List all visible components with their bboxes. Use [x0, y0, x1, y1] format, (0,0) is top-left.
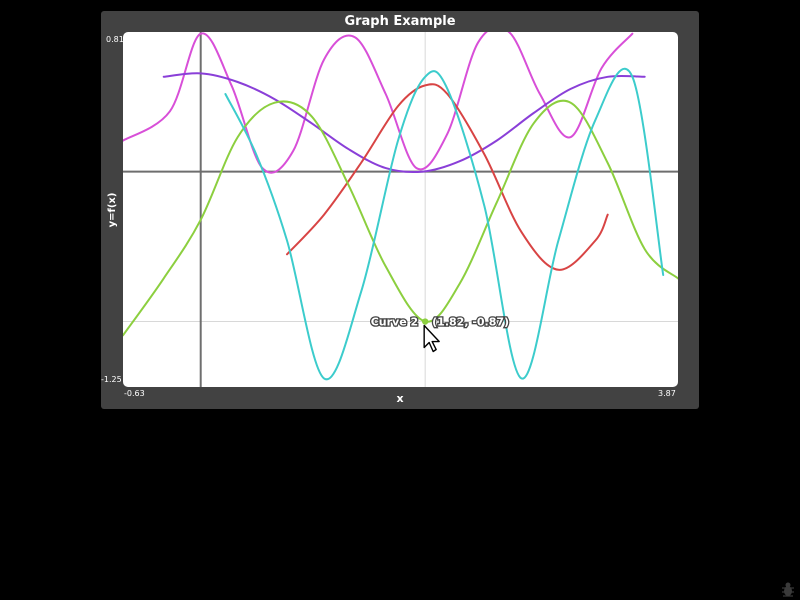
- series-line-5: [224, 67, 665, 381]
- mouse-pointer-icon: [423, 324, 440, 353]
- chart-svg[interactable]: Curve 2 (1.82, -0.87): [123, 32, 678, 387]
- x-axis-label: x: [396, 392, 404, 405]
- y-axis-label: y=f(x): [107, 192, 118, 228]
- highlight-point: [421, 318, 429, 325]
- graph-title: Graph Example: [344, 14, 456, 29]
- highlight-value-label: (1.82, -0.87): [432, 316, 509, 329]
- x-tick-max: 3.87: [658, 389, 676, 398]
- plot-area[interactable]: Curve 2 (1.82, -0.87): [123, 32, 678, 387]
- y-tick-max: 0.81: [106, 35, 124, 44]
- series-line-3: [286, 83, 609, 271]
- bug-icon[interactable]: [779, 580, 797, 598]
- y-tick-min: -1.25: [101, 375, 122, 384]
- x-tick-min: -0.63: [124, 389, 145, 398]
- highlight-series-label: Curve 2: [371, 316, 418, 329]
